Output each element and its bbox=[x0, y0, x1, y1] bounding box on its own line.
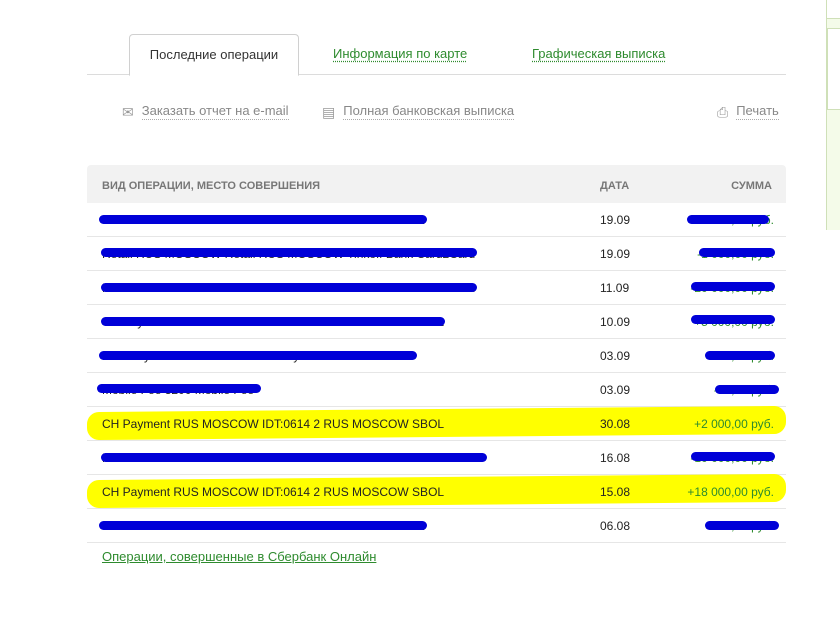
redaction-scribble bbox=[97, 384, 261, 393]
table-row[interactable]: Retail RUS MOSCOW Retail RUS MOSCOW Tink… bbox=[87, 237, 786, 271]
redaction-scribble bbox=[691, 315, 775, 324]
redaction-scribble bbox=[101, 248, 477, 257]
table-row[interactable]: CH Debit RUS MOSCOW IDT:0513 1 RUS MOSCO… bbox=[87, 203, 786, 237]
table-row[interactable]: Retail RUS MOSCOW Retail RUS MOSCOW Tink… bbox=[87, 271, 786, 305]
row-date: 11.09 bbox=[600, 281, 630, 295]
row-date: 16.08 bbox=[600, 451, 631, 465]
redaction-scribble bbox=[691, 282, 775, 291]
redaction-scribble bbox=[687, 215, 769, 224]
print-label: Печать bbox=[736, 103, 779, 120]
row-date: 03.09 bbox=[600, 383, 631, 397]
print-action[interactable]: ⎙ Печать bbox=[717, 103, 779, 120]
tab-recent-operations[interactable]: Последние операции bbox=[129, 34, 299, 76]
redaction-scribble bbox=[705, 521, 779, 530]
redaction-scribble bbox=[691, 452, 775, 461]
row-date: 06.08 bbox=[600, 519, 631, 533]
redaction-scribble bbox=[715, 385, 779, 394]
printer-icon: ⎙ bbox=[717, 103, 729, 120]
redaction-scribble bbox=[699, 248, 775, 257]
header-date: ДАТА bbox=[600, 180, 630, 192]
header-description: ВИД ОПЕРАЦИИ, МЕСТО СОВЕРШЕНИЯ bbox=[102, 180, 321, 192]
email-report-label: Заказать отчет на e-mail bbox=[141, 103, 289, 120]
envelope-icon: ✉ bbox=[122, 103, 134, 120]
actions-bar: ✉ Заказать отчет на e-mail ▤ Полная банк… bbox=[0, 103, 840, 123]
tab-graphic-statement[interactable]: Графическая выписка bbox=[532, 34, 665, 74]
side-panel-box bbox=[827, 28, 840, 110]
row-amount: +2 000,00 руб. bbox=[694, 417, 774, 431]
full-statement-action[interactable]: ▤ Полная банковская выписка bbox=[322, 103, 515, 120]
table-row[interactable]: CH Payment RUS MOSCOW IDT:0614 2 RUS MOS… bbox=[87, 405, 786, 441]
redaction-scribble bbox=[705, 351, 775, 360]
redaction-scribble bbox=[99, 351, 417, 360]
redaction-scribble bbox=[99, 521, 427, 530]
redaction-scribble bbox=[101, 283, 477, 292]
redaction-scribble bbox=[101, 453, 487, 462]
table-header: ВИД ОПЕРАЦИИ, МЕСТО СОВЕРШЕНИЯ ДАТА СУММ… bbox=[87, 165, 786, 203]
row-date: 19.09 bbox=[600, 213, 631, 227]
header-amount: СУММА bbox=[731, 180, 772, 192]
tab-card-info[interactable]: Информация по карте bbox=[333, 34, 467, 74]
tab-bar: Последние операции Информация по карте Г… bbox=[87, 34, 786, 76]
row-amount: +18 000,00 руб. bbox=[687, 485, 774, 499]
table-row[interactable]: Mobile Fee 3200 Mobile Fee 03.09 -60,00 … bbox=[87, 373, 786, 407]
document-icon: ▤ bbox=[322, 103, 336, 120]
side-panel-box bbox=[827, 0, 840, 19]
table-row[interactable]: CH Debit RUS MOSCOW IDT:0513 1 RUS MOSCO… bbox=[87, 509, 786, 543]
row-date: 15.08 bbox=[600, 485, 631, 499]
row-description: CH Payment RUS MOSCOW IDT:0614 2 RUS MOS… bbox=[102, 485, 445, 499]
table-row[interactable]: Retail RUS MOSCOW Retail RUS MOSCOW Tink… bbox=[87, 441, 786, 475]
operations-table: ВИД ОПЕРАЦИИ, МЕСТО СОВЕРШЕНИЯ ДАТА СУММ… bbox=[87, 165, 786, 543]
redaction-scribble bbox=[99, 215, 427, 224]
row-date: 10.09 bbox=[600, 315, 631, 329]
sberbank-online-operations-link[interactable]: Операции, совершенные в Сбербанк Онлайн bbox=[102, 549, 376, 564]
table-row[interactable]: ESB Payment to Card RUS ESB Payment to C… bbox=[87, 339, 786, 373]
row-date: 30.08 bbox=[600, 417, 631, 431]
table-row[interactable]: CH Payment RUS MOSCOW IDT:0614 2 RUS MOS… bbox=[87, 473, 786, 509]
redaction-scribble bbox=[101, 317, 445, 326]
table-row[interactable]: CH Payment RUS MOSCOW IDT:0614 2 RUS MOS… bbox=[87, 305, 786, 339]
email-report-action[interactable]: ✉ Заказать отчет на e-mail bbox=[122, 103, 289, 120]
full-statement-label: Полная банковская выписка bbox=[343, 103, 515, 120]
row-description: CH Payment RUS MOSCOW IDT:0614 2 RUS MOS… bbox=[102, 417, 445, 431]
row-date: 03.09 bbox=[600, 349, 631, 363]
row-date: 19.09 bbox=[600, 247, 631, 261]
